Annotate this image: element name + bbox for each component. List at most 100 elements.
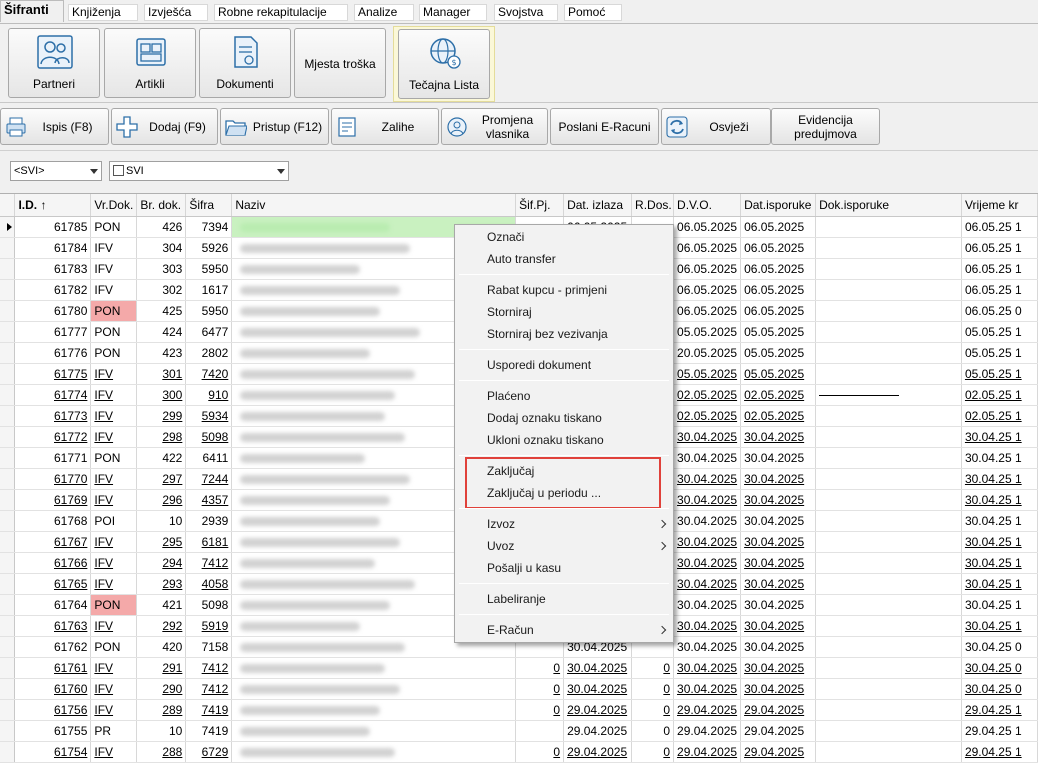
cell-vrijeme[interactable]: 30.04.25 0 <box>961 636 1038 658</box>
cell-dat-isporuke[interactable]: 29.04.2025 <box>740 741 817 763</box>
cell-dok-isporuke[interactable] <box>815 510 962 532</box>
osvjezi-button[interactable]: Osvježi <box>661 108 771 145</box>
table-row[interactable]: 61756 IFV 289 7419 0 29.04.2025 0 29.04.2025 29.… <box>0 699 1038 721</box>
cell-br-dok[interactable]: 420 <box>136 636 187 658</box>
cell-vrijeme[interactable]: 06.05.25 1 <box>961 279 1038 301</box>
menu-item-rabat-kupcu-primjeni[interactable]: Rabat kupcu - primjeni <box>487 280 607 300</box>
row-indicator[interactable] <box>0 258 16 280</box>
cell-id[interactable]: 61773 <box>14 405 92 427</box>
row-indicator[interactable] <box>0 384 16 406</box>
cell-id[interactable]: 61772 <box>14 426 92 448</box>
row-indicator[interactable] <box>0 426 16 448</box>
cell-dvo[interactable]: 06.05.2025 <box>673 279 742 301</box>
cell-dvo[interactable]: 06.05.2025 <box>673 237 742 259</box>
cell-sifra[interactable]: 5950 <box>185 300 233 322</box>
table-row[interactable]: 61760 IFV 290 7412 0 30.04.2025 0 30.04.2025 30.… <box>0 678 1038 700</box>
cell-dat-isporuke[interactable]: 29.04.2025 <box>740 720 817 742</box>
mjesta-troska-button[interactable]: Mjesta troška <box>294 28 386 98</box>
cell-dvo[interactable]: 05.05.2025 <box>673 363 742 385</box>
document-type-filter[interactable]: <SVI> <box>10 161 102 181</box>
cell-dat-isporuke[interactable]: 30.04.2025 <box>740 615 817 637</box>
row-indicator[interactable] <box>0 321 16 343</box>
cell-sif-pj[interactable]: 0 <box>515 741 565 763</box>
cell-dok-isporuke[interactable] <box>815 405 962 427</box>
cell-dvo[interactable]: 30.04.2025 <box>673 636 742 658</box>
cell-id[interactable]: 61764 <box>14 594 92 616</box>
menu-item-zakljucaj-u-periodu[interactable]: Zaključaj u periodu ... <box>487 483 601 503</box>
cell-id[interactable]: 61756 <box>14 699 92 721</box>
column-header-dvo[interactable]: D.V.O. <box>673 194 742 217</box>
cell-r-dos[interactable]: 0 <box>631 741 675 763</box>
cell-sifra[interactable]: 7158 <box>185 636 233 658</box>
cell-vrijeme[interactable]: 30.04.25 1 <box>961 552 1038 574</box>
cell-sifra[interactable]: 4357 <box>185 489 233 511</box>
cell-br-dok[interactable]: 425 <box>136 300 187 322</box>
cell-naziv[interactable] <box>231 657 517 679</box>
cell-dok-isporuke[interactable] <box>815 741 962 763</box>
cell-vr-dok[interactable]: IFV <box>90 237 138 259</box>
cell-sifra[interactable]: 6477 <box>185 321 233 343</box>
cell-vr-dok[interactable]: IFV <box>90 489 138 511</box>
cell-id[interactable]: 61766 <box>14 552 92 574</box>
row-indicator[interactable] <box>0 510 16 532</box>
cell-vr-dok[interactable]: IFV <box>90 405 138 427</box>
cell-dat-isporuke[interactable]: 06.05.2025 <box>740 279 817 301</box>
cell-id[interactable]: 61774 <box>14 384 92 406</box>
cell-sifra[interactable]: 7412 <box>185 678 233 700</box>
cell-vrijeme[interactable]: 30.04.25 1 <box>961 468 1038 490</box>
cell-vrijeme[interactable]: 06.05.25 1 <box>961 216 1038 238</box>
dokumenti-button[interactable]: Dokumenti <box>199 28 291 98</box>
cell-vrijeme[interactable]: 05.05.25 1 <box>961 363 1038 385</box>
cell-sifra[interactable]: 2939 <box>185 510 233 532</box>
row-indicator[interactable] <box>0 468 16 490</box>
cell-br-dok[interactable]: 422 <box>136 447 187 469</box>
menu-item-e-racun[interactable]: E-Račun <box>487 620 534 640</box>
cell-dat-isporuke[interactable]: 30.04.2025 <box>740 489 817 511</box>
cell-dat-isporuke[interactable]: 30.04.2025 <box>740 510 817 532</box>
cell-vr-dok[interactable]: IFV <box>90 531 138 553</box>
cell-sifra[interactable]: 7419 <box>185 699 233 721</box>
tab-izvjesca[interactable]: Izvješća <box>144 4 208 21</box>
cell-vr-dok[interactable]: IFV <box>90 426 138 448</box>
cell-dok-isporuke[interactable] <box>815 342 962 364</box>
cell-vrijeme[interactable]: 05.05.25 1 <box>961 321 1038 343</box>
column-header-sif-pj[interactable]: Šif.Pj. <box>515 194 565 217</box>
cell-sifra[interactable]: 5919 <box>185 615 233 637</box>
cell-dat-isporuke[interactable]: 05.05.2025 <box>740 342 817 364</box>
cell-dok-isporuke[interactable] <box>815 279 962 301</box>
cell-dok-isporuke[interactable] <box>815 615 962 637</box>
row-indicator[interactable] <box>0 300 16 322</box>
cell-dvo[interactable]: 30.04.2025 <box>673 447 742 469</box>
cell-br-dok[interactable]: 294 <box>136 552 187 574</box>
status-filter[interactable]: SVI <box>109 161 289 181</box>
cell-sif-pj[interactable]: 0 <box>515 699 565 721</box>
cell-dok-isporuke[interactable] <box>815 300 962 322</box>
cell-sifra[interactable]: 6411 <box>185 447 233 469</box>
column-header-br-dok[interactable]: Br. dok. <box>136 194 187 217</box>
cell-dat-isporuke[interactable]: 30.04.2025 <box>740 468 817 490</box>
column-header-dok-isporuke[interactable]: Dok.isporuke <box>815 194 962 217</box>
menu-item-placeno[interactable]: Plaćeno <box>487 386 530 406</box>
ispis-button[interactable]: Ispis (F8) <box>0 108 109 145</box>
cell-vrijeme[interactable]: 29.04.25 1 <box>961 741 1038 763</box>
cell-vrijeme[interactable]: 30.04.25 1 <box>961 426 1038 448</box>
menu-item-zakljucaj[interactable]: Zaključaj <box>487 461 534 481</box>
cell-vr-dok[interactable]: PON <box>90 321 138 343</box>
cell-br-dok[interactable]: 298 <box>136 426 187 448</box>
cell-sifra[interactable]: 5926 <box>185 237 233 259</box>
cell-sifra[interactable]: 7394 <box>185 216 233 238</box>
cell-vrijeme[interactable]: 30.04.25 1 <box>961 573 1038 595</box>
cell-br-dok[interactable]: 299 <box>136 405 187 427</box>
cell-dok-isporuke[interactable] <box>815 258 962 280</box>
cell-br-dok[interactable]: 295 <box>136 531 187 553</box>
cell-dat-isporuke[interactable]: 06.05.2025 <box>740 258 817 280</box>
cell-dok-isporuke[interactable] <box>815 363 962 385</box>
cell-dok-isporuke[interactable] <box>815 531 962 553</box>
cell-dvo[interactable]: 30.04.2025 <box>673 573 742 595</box>
cell-dok-isporuke[interactable] <box>815 468 962 490</box>
cell-dok-isporuke[interactable] <box>815 321 962 343</box>
poslani-e-racuni-button[interactable]: Poslani E-Racuni <box>550 108 659 145</box>
row-indicator[interactable] <box>0 615 16 637</box>
cell-naziv[interactable] <box>231 741 517 763</box>
cell-vrijeme[interactable]: 30.04.25 1 <box>961 615 1038 637</box>
